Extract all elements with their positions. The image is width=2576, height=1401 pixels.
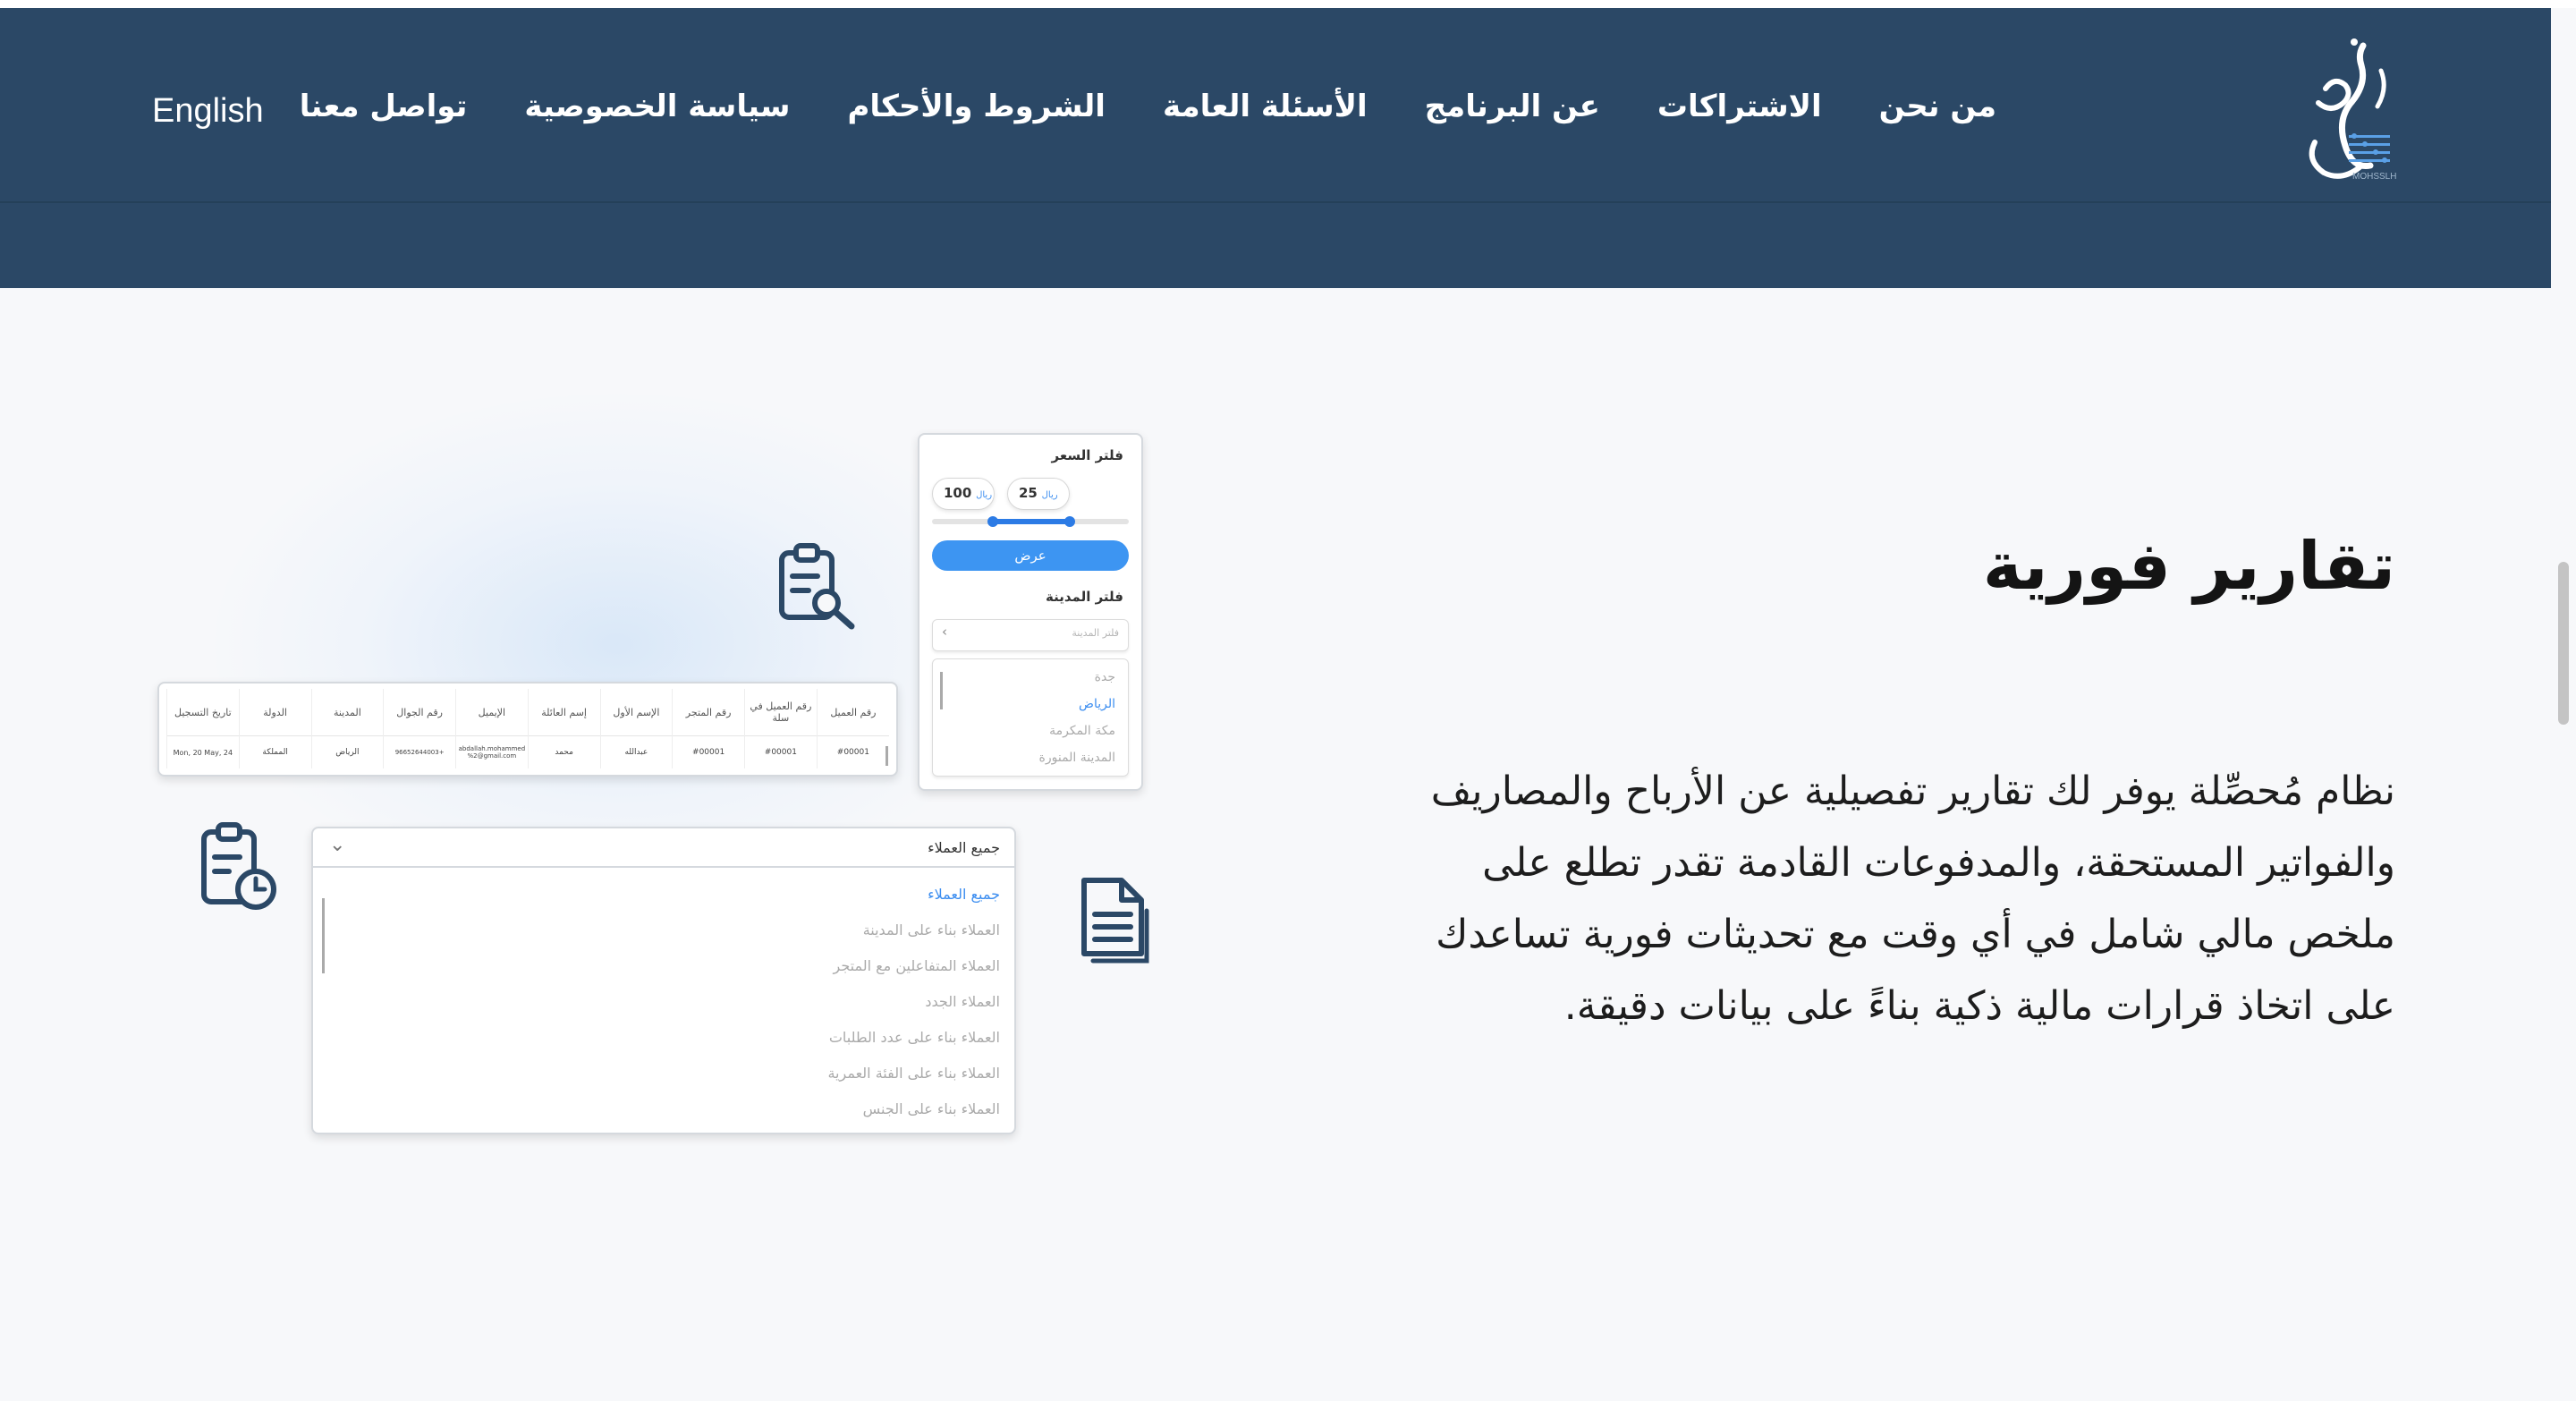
table-cell: #00001: [672, 735, 745, 768]
city-select-placeholder: فلتر المدينة: [1072, 627, 1119, 639]
nav-privacy[interactable]: سياسة الخصوصية: [524, 89, 790, 124]
column-header: الإسم الأول: [599, 689, 673, 736]
section-description: نظام مُحصِّلة يوفر لك تقارير تفصيلية عن …: [1322, 756, 2395, 1042]
description-line: على اتخاذ قرارات مالية ذكية بناءً على بي…: [1563, 983, 2395, 1029]
currency-label: ريال: [976, 490, 993, 500]
column-header: رقم العميل: [816, 689, 889, 736]
city-list: جدة الرياض مكة المكرمة المدينة المنورة: [932, 658, 1129, 777]
nav-faq[interactable]: الأسئلة العامة: [1163, 89, 1368, 124]
language-switch-link[interactable]: English: [152, 92, 264, 131]
nav-terms[interactable]: الشروط والأحكام: [847, 89, 1106, 124]
clipboard-clock-icon: [201, 822, 276, 910]
show-button[interactable]: عرض: [932, 540, 1129, 571]
description-line: والفواتير المستحقة، والمدفوعات القادمة ت…: [1482, 840, 2395, 886]
max-price-value: 100: [944, 485, 972, 501]
city-option[interactable]: مكة المكرمة: [1049, 724, 1115, 738]
column-header: المدينة: [310, 689, 384, 736]
customers-select[interactable]: جميع العملاء ⌄: [313, 828, 1014, 868]
site-header: English من نحن الاشتراكات عن البرنامج ال…: [0, 8, 2551, 288]
table-cell: abdallah.mohammed %2@gmail.com: [455, 735, 529, 768]
customers-option[interactable]: العملاء بناء على الفئة العمرية: [827, 1065, 1000, 1082]
customers-table-card: رقم العميل رقم العميل في سلة رقم المتجر …: [157, 682, 898, 777]
customers-select-value: جميع العملاء: [928, 839, 1000, 856]
nav-contact[interactable]: تواصل معنا: [300, 89, 468, 124]
description-line: ملخص مالي شامل في أي وقت مع تحديثات فوري…: [1436, 912, 2395, 957]
logo-wordmark: MOHSSLH: [2352, 172, 2397, 182]
city-option[interactable]: المدينة المنورة: [1039, 751, 1115, 765]
nav-about-program[interactable]: عن البرنامج: [1425, 89, 1600, 124]
clipboard-search-icon: [779, 543, 855, 630]
customers-option[interactable]: العملاء الجدد: [925, 993, 1000, 1010]
page-scrollbar-thumb[interactable]: [2558, 562, 2569, 725]
list-scrollbar[interactable]: [322, 898, 325, 973]
table-cell: #00001: [744, 735, 818, 768]
description-line: نظام مُحصِّلة يوفر لك تقارير تفصيلية عن …: [1430, 768, 2395, 814]
city-option[interactable]: جدة: [1095, 670, 1115, 684]
table-scrollbar[interactable]: [886, 746, 888, 766]
customers-table: رقم العميل رقم العميل في سلة رقم المتجر …: [166, 689, 889, 768]
column-header: تاريخ التسجيل: [166, 689, 240, 736]
price-filter-title: فلتر السعر: [1051, 447, 1123, 463]
customers-option[interactable]: العملاء بناء على الجنس: [863, 1100, 1000, 1117]
nav-about-us[interactable]: من نحن: [1879, 89, 1996, 124]
table-cell: المملكة: [238, 735, 311, 768]
max-price-chip[interactable]: 100 ريال: [932, 478, 995, 510]
table-cell: الرياض: [310, 735, 384, 768]
customers-option-selected[interactable]: جميع العملاء: [928, 886, 1000, 903]
table-cell: Mon, 20 May, 24: [166, 735, 240, 768]
city-option-selected[interactable]: الرياض: [1079, 697, 1115, 711]
price-slider-handle-min[interactable]: [987, 516, 998, 527]
table-cell: محمد: [527, 735, 600, 768]
price-filter-card: فلتر السعر 100 ريال 25 ريال عرض فلتر الم…: [918, 433, 1143, 791]
table-header-row: رقم العميل رقم العميل في سلة رقم المتجر …: [166, 689, 889, 736]
table-cell: عبدالله: [599, 735, 673, 768]
column-header: رقم العميل في سلة: [744, 689, 818, 736]
list-scrollbar[interactable]: [940, 672, 943, 709]
currency-label: ريال: [1041, 490, 1058, 500]
customers-option[interactable]: العملاء بناء على المدينة: [863, 921, 1000, 938]
min-price-chip[interactable]: 25 ريال: [1007, 478, 1070, 510]
column-header: الإيميل: [455, 689, 529, 736]
illustration-glow: [215, 394, 1020, 895]
nav-subscriptions[interactable]: الاشتراكات: [1657, 89, 1822, 124]
customers-filter-card: جميع العملاء ⌄ جميع العملاء العملاء بناء…: [311, 827, 1016, 1134]
table-cell: #00001: [816, 735, 889, 768]
top-strip: [0, 0, 2576, 8]
city-filter-title: فلتر المدينة: [1046, 589, 1123, 605]
min-price-value: 25: [1019, 485, 1038, 501]
header-divider: [0, 201, 2551, 203]
site-logo[interactable]: [2299, 35, 2406, 191]
price-slider-range: [991, 519, 1070, 524]
table-row[interactable]: #00001 #00001 #00001 عبدالله محمد abdall…: [166, 735, 889, 768]
chevron-down-icon: ⌄: [329, 834, 346, 856]
document-icon: [1081, 878, 1149, 964]
section-title: تقارير فورية: [1982, 528, 2395, 605]
column-header: إسم العائلة: [527, 689, 600, 736]
city-select[interactable]: فلتر المدينة ‹: [932, 619, 1129, 651]
table-cell: +96652644003: [383, 735, 456, 768]
chevron-left-icon: ‹: [942, 624, 947, 640]
customers-option[interactable]: العملاء المتفاعلين مع المتجر: [834, 957, 1000, 974]
customers-option[interactable]: العملاء بناء على عدد الطلبات: [829, 1029, 1000, 1046]
price-slider-handle-max[interactable]: [1064, 516, 1075, 527]
column-header: الدولة: [238, 689, 311, 736]
main-nav: من نحن الاشتراكات عن البرنامج الأسئلة ال…: [300, 89, 1996, 124]
column-header: رقم الجوال: [383, 689, 456, 736]
column-header: رقم المتجر: [672, 689, 745, 736]
